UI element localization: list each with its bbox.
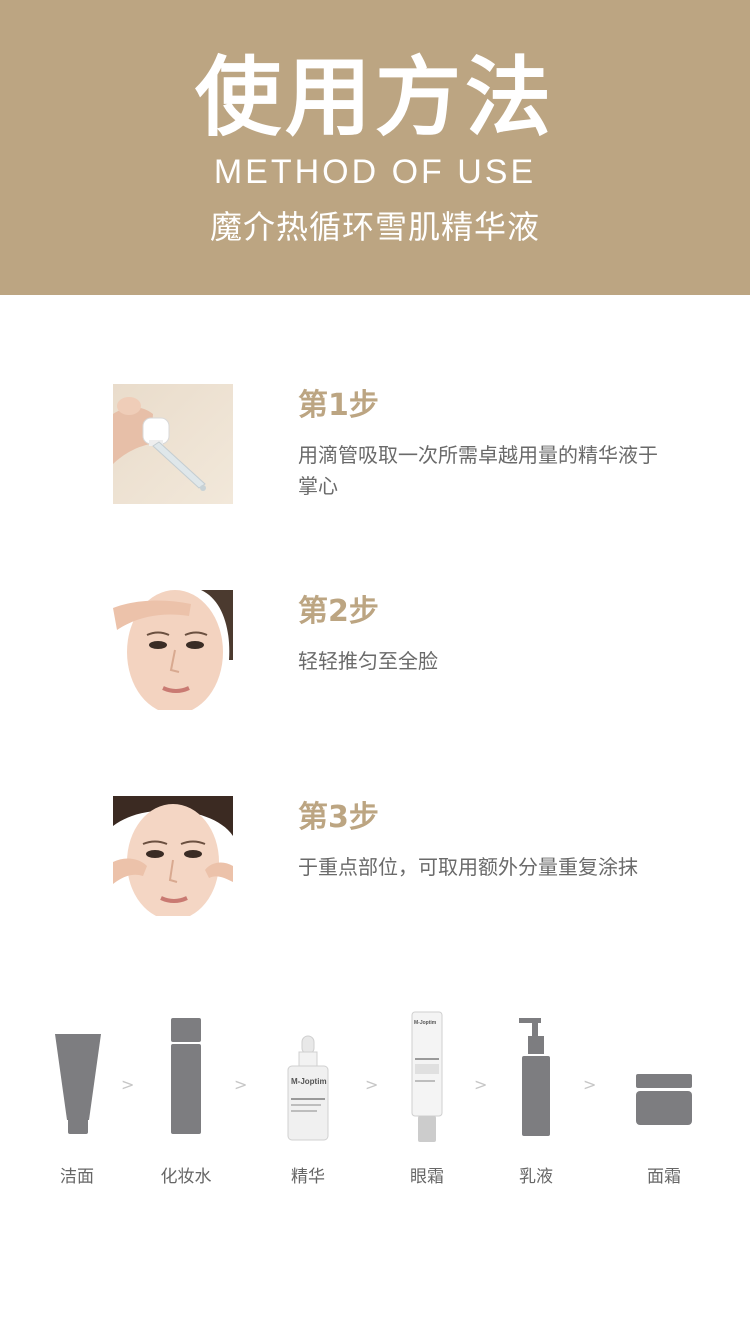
page-title: 使用方法: [195, 48, 555, 148]
toner-bottle-icon: [136, 1000, 236, 1150]
lotion-pump-bottle-icon: [486, 1000, 586, 1150]
header-banner: 使用方法 METHOD OF USE 魔介热循环雪肌精华液: [0, 0, 750, 295]
separator-arrow: >: [583, 1075, 597, 1094]
routine-label-cream: 面霜: [647, 1167, 681, 1187]
step-3: 第3步 于重点部位，可取用额外分量重复涂抹: [0, 796, 750, 926]
eye-cream-tube-icon: M-Joptim: [377, 1000, 477, 1150]
skincare-routine: > > M-Joptim > M-Joptim > > 洁面 化妆水 精华 眼霜…: [0, 1000, 750, 1200]
step-2-text: 轻轻推匀至全脸: [298, 649, 438, 673]
step-2-label: 第2步: [298, 594, 379, 629]
step-3-text: 于重点部位，可取用额外分量重复涂抹: [298, 855, 638, 879]
eye-cream-brand-text: M-Joptim: [414, 1020, 437, 1026]
step-3-label: 第3步: [298, 800, 379, 835]
routine-label-serum: 精华: [291, 1167, 325, 1187]
separator-arrow: >: [234, 1075, 248, 1094]
routine-label-toner: 化妆水: [160, 1167, 212, 1187]
routine-label-eye-cream: 眼霜: [410, 1167, 444, 1187]
product-name: 魔介热循环雪肌精华液: [209, 208, 540, 246]
routine-label-lotion: 乳液: [519, 1167, 553, 1187]
step-1-label: 第1步: [298, 388, 379, 423]
separator-arrow: >: [121, 1075, 135, 1094]
step-1-text: 用滴管吸取一次所需卓越用量的精华液于掌心: [298, 443, 658, 498]
routine-label-cleanse: 洁面: [60, 1167, 94, 1187]
step-1: 第1步 用滴管吸取一次所需卓越用量的精华液于掌心: [0, 384, 750, 514]
page-subtitle: METHOD OF USE: [213, 153, 537, 191]
dropper-in-hand-photo: [113, 384, 233, 504]
step-2: 第2步 轻轻推匀至全脸: [0, 590, 750, 720]
serum-dropper-bottle-icon: M-Joptim: [258, 1000, 358, 1150]
woman-applying-undereye-photo: [113, 796, 233, 916]
cleanser-tube-icon: [27, 1000, 127, 1150]
cream-jar-icon: [614, 1000, 714, 1150]
woman-applying-forehead-photo: [113, 590, 233, 710]
serum-brand-text: M-Joptim: [291, 1077, 327, 1086]
